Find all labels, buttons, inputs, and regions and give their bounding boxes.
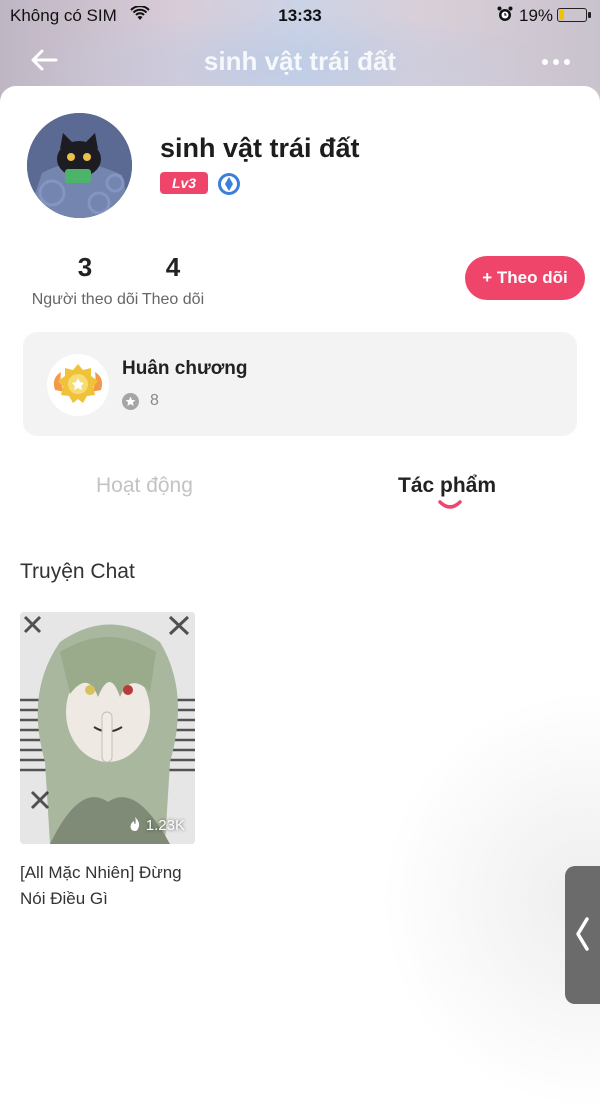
tab-works[interactable]: Tác phẩm: [398, 474, 496, 498]
battery-percent: 19%: [519, 6, 554, 25]
more-dots-icon: [542, 59, 548, 65]
alarm-icon: [496, 5, 514, 28]
following-label: Theo dõi: [141, 291, 205, 308]
followers-stat[interactable]: 3 Người theo dõi: [28, 252, 142, 309]
following-count: 4: [165, 252, 181, 282]
battery-icon: [557, 8, 591, 22]
chevron-left-icon: [576, 917, 589, 951]
followers-label: Người theo dõi: [31, 291, 139, 308]
nav-title: sinh vật trái đất: [203, 46, 397, 76]
medal-card[interactable]: Huân chương 8: [23, 332, 577, 436]
followers-count: 3: [77, 252, 93, 282]
story-title[interactable]: [All Mặc Nhiên] Đừng Nói Điều Gì: [20, 860, 210, 912]
status-bar: Không có SIM 13:33 19%: [0, 0, 600, 34]
flame-icon: [128, 817, 146, 834]
profile-name: sinh vật trái đất: [160, 133, 360, 163]
story-views: 1.23K: [128, 816, 185, 834]
following-stat[interactable]: 4 Theo dõi: [140, 252, 206, 309]
medal-title: Huân chương: [122, 358, 248, 379]
level-badge: Lv3: [160, 172, 208, 194]
star-icon: [122, 393, 139, 410]
medal-count: 8: [150, 392, 159, 409]
story-views-count: 1.23K: [145, 817, 185, 834]
tab-activity[interactable]: Hoạt động: [96, 474, 193, 498]
tab-active-indicator: [437, 498, 463, 512]
more-button[interactable]: [536, 46, 576, 74]
medal-icon: [47, 354, 109, 416]
top-nav: sinh vật trái đất: [0, 40, 600, 84]
follow-button[interactable]: + Theo dõi: [465, 256, 585, 300]
story-cover[interactable]: 1.23K: [20, 612, 195, 844]
verified-badge-icon: [217, 172, 241, 196]
section-title: Truyện Chat: [20, 560, 135, 583]
avatar[interactable]: [27, 113, 132, 218]
side-drawer-handle[interactable]: [565, 866, 600, 1004]
